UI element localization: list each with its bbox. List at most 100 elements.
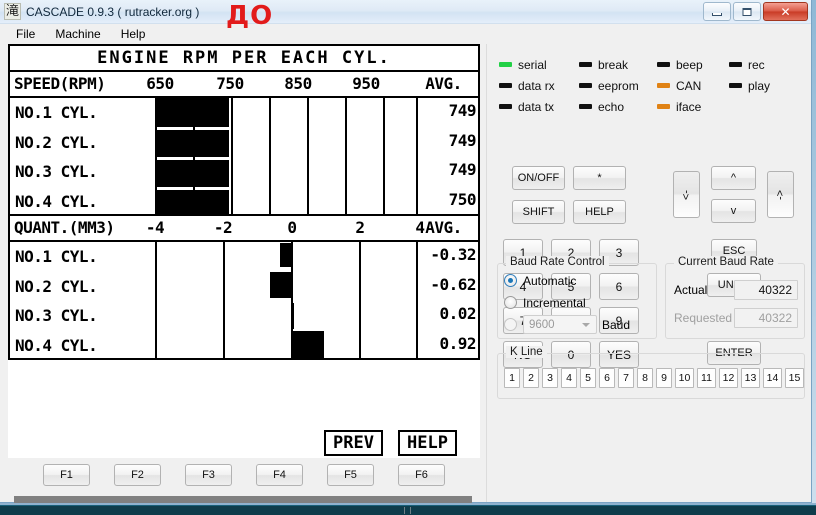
kline-button-5[interactable]: 5: [580, 368, 596, 388]
kline-button-6[interactable]: 6: [599, 368, 615, 388]
baud-option-automatic[interactable]: Automatic: [504, 272, 576, 290]
kline-button-1[interactable]: 1: [504, 368, 520, 388]
lcd-button-row: PREV HELP: [8, 428, 480, 458]
quant-scale-row: QUANT.(MM3) -4 -2 0 2 4 AVG.: [8, 216, 480, 242]
radio-label-incremental: Incremental: [523, 295, 586, 310]
led-label: play: [748, 78, 771, 93]
arrow-right-button[interactable]: ->: [767, 171, 794, 218]
prev-button[interactable]: PREV: [324, 430, 383, 456]
quant-chart: NO.1 CYL. -0.32 NO.2 CYL. -0.62 NO.3 CYL…: [8, 242, 480, 360]
rpm-bar-cyl1: [157, 98, 229, 127]
star-button[interactable]: *: [573, 166, 626, 190]
led-serial: serial: [499, 58, 579, 72]
baud-unit-label: Baud: [602, 317, 631, 332]
arrow-up-button[interactable]: ^: [711, 166, 756, 190]
actual-baud-label: Actual: [674, 283, 708, 297]
rpm-panel-title: ENGINE RPM PER EACH CYL.: [8, 44, 480, 72]
requested-baud-row: Requested 40322: [674, 308, 798, 328]
radio-incremental[interactable]: [504, 296, 517, 310]
led-dot-serial: [499, 62, 512, 67]
quant-row-label: NO.2 CYL.: [15, 276, 98, 296]
kline-button-4[interactable]: 4: [561, 368, 577, 388]
close-button[interactable]: ✕: [763, 2, 808, 21]
kline-group: K Line 1 2 3 4 5 6 7 8 9 10 11 12 13 14 …: [497, 346, 805, 399]
arrow-down-button[interactable]: v: [711, 199, 756, 223]
quant-row-value: 0.02: [437, 304, 476, 323]
kline-button-15[interactable]: 15: [785, 368, 804, 388]
lcd-display: ENGINE RPM PER EACH CYL. SPEED(RPM) 650 …: [8, 44, 480, 428]
quant-row-label: NO.3 CYL.: [15, 306, 98, 326]
kline-button-11[interactable]: 11: [697, 368, 716, 388]
kline-button-3[interactable]: 3: [542, 368, 558, 388]
kline-button-9[interactable]: 9: [656, 368, 672, 388]
function-key-f1[interactable]: F1: [43, 464, 90, 486]
quant-tick-2: 2: [355, 218, 365, 237]
rpm-row-value: 749: [446, 101, 477, 120]
menu-item-help[interactable]: Help: [111, 25, 156, 43]
menu-item-file[interactable]: File: [6, 25, 45, 43]
led-echo: echo: [579, 100, 657, 114]
quant-bar-cyl4: [293, 331, 324, 358]
radio-manual[interactable]: [504, 318, 517, 331]
menu-item-machine[interactable]: Machine: [45, 25, 110, 43]
led-indicator-panel: serial break beep rec data rx eeprom CAN…: [499, 54, 799, 117]
requested-baud-label: Requested: [674, 311, 733, 325]
onoff-button[interactable]: ON/OFF: [512, 166, 565, 190]
quant-bar-cyl3: [293, 303, 294, 329]
kline-title: K Line: [506, 346, 547, 358]
chevron-down-icon: [582, 323, 590, 327]
desktop-background: 滝 CASCADE 0.9.3 ( rutracker.org ) ✕ File…: [0, 0, 816, 515]
right-pane: serial break beep rec data rx eeprom CAN…: [486, 44, 811, 502]
kline-button-2[interactable]: 2: [523, 368, 539, 388]
led-label: break: [598, 57, 629, 72]
quant-row-value: -0.62: [428, 274, 476, 294]
baud-option-incremental[interactable]: Incremental: [504, 294, 586, 312]
kline-button-8[interactable]: 8: [637, 368, 653, 388]
led-dot-play: [729, 83, 742, 88]
kline-button-10[interactable]: 10: [675, 368, 694, 388]
function-key-f5[interactable]: F5: [327, 464, 374, 486]
rpm-avg-header: AVG.: [425, 74, 462, 93]
quant-bar-cyl1: [280, 243, 291, 267]
led-label: data tx: [518, 99, 555, 114]
rpm-bar-cyl2: [157, 130, 229, 157]
quant-scale-label: QUANT.(MM3): [14, 218, 115, 237]
led-dot-break: [579, 62, 592, 67]
led-dot-beep: [657, 62, 670, 67]
led-beep: beep: [657, 58, 729, 72]
quant-row-label: NO.1 CYL.: [15, 247, 98, 267]
requested-baud-value: 40322: [734, 308, 798, 328]
kline-button-14[interactable]: 14: [763, 368, 782, 388]
function-key-f4[interactable]: F4: [256, 464, 303, 486]
resize-grip[interactable]: [404, 507, 411, 514]
kline-button-7[interactable]: 7: [618, 368, 634, 388]
function-key-f6[interactable]: F6: [398, 464, 445, 486]
led-label: rec: [748, 57, 765, 72]
maximize-button[interactable]: [733, 2, 761, 21]
function-key-f3[interactable]: F3: [185, 464, 232, 486]
led-eeprom: eeprom: [579, 79, 657, 93]
shift-button[interactable]: SHIFT: [512, 200, 565, 224]
baud-rate-control-title: Baud Rate Control: [506, 256, 609, 268]
rpm-tick-750: 750: [216, 74, 244, 93]
help-button-lcd[interactable]: HELP: [398, 430, 457, 456]
led-can: CAN: [657, 79, 729, 93]
rpm-tick-850: 850: [284, 74, 312, 93]
radio-automatic[interactable]: [504, 274, 517, 288]
close-icon: ✕: [780, 4, 791, 19]
led-rec: rec: [729, 58, 799, 72]
quant-bar-cyl2: [270, 272, 291, 298]
kline-button-12[interactable]: 12: [719, 368, 738, 388]
baud-option-manual[interactable]: 9600 Baud: [504, 315, 630, 334]
minimize-icon: [712, 13, 722, 16]
minimize-button[interactable]: [703, 2, 731, 21]
led-data-tx: data tx: [499, 100, 579, 114]
help-button[interactable]: HELP: [573, 200, 626, 224]
baud-rate-select-value: 9600: [529, 318, 555, 331]
rpm-row-value: 750: [446, 189, 477, 209]
taskbar: [0, 505, 816, 515]
kline-button-13[interactable]: 13: [741, 368, 760, 388]
baud-rate-select[interactable]: 9600: [523, 315, 597, 334]
arrow-left-button[interactable]: <-: [673, 171, 700, 218]
function-key-f2[interactable]: F2: [114, 464, 161, 486]
